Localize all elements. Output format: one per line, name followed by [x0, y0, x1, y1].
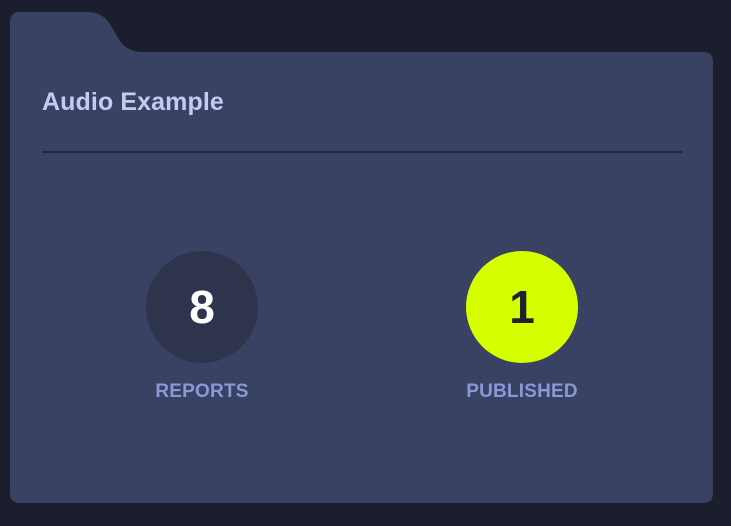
reports-stat: 8 REPORTS	[112, 251, 292, 403]
reports-label: REPORTS	[155, 381, 249, 402]
published-label: PUBLISHED	[466, 381, 578, 402]
reports-count: 8	[189, 281, 215, 333]
reports-count-circle: 8	[146, 251, 258, 363]
folder-card: Audio Example 8 REPORTS 1 PUBLISHED	[10, 52, 713, 503]
card-title: Audio Example	[42, 88, 224, 116]
published-count: 1	[509, 281, 535, 333]
published-stat: 1 PUBLISHED	[432, 251, 612, 403]
published-count-circle: 1	[466, 251, 578, 363]
page-stage: Audio Example 8 REPORTS 1 PUBLISHED	[0, 0, 731, 526]
title-divider	[42, 151, 682, 153]
